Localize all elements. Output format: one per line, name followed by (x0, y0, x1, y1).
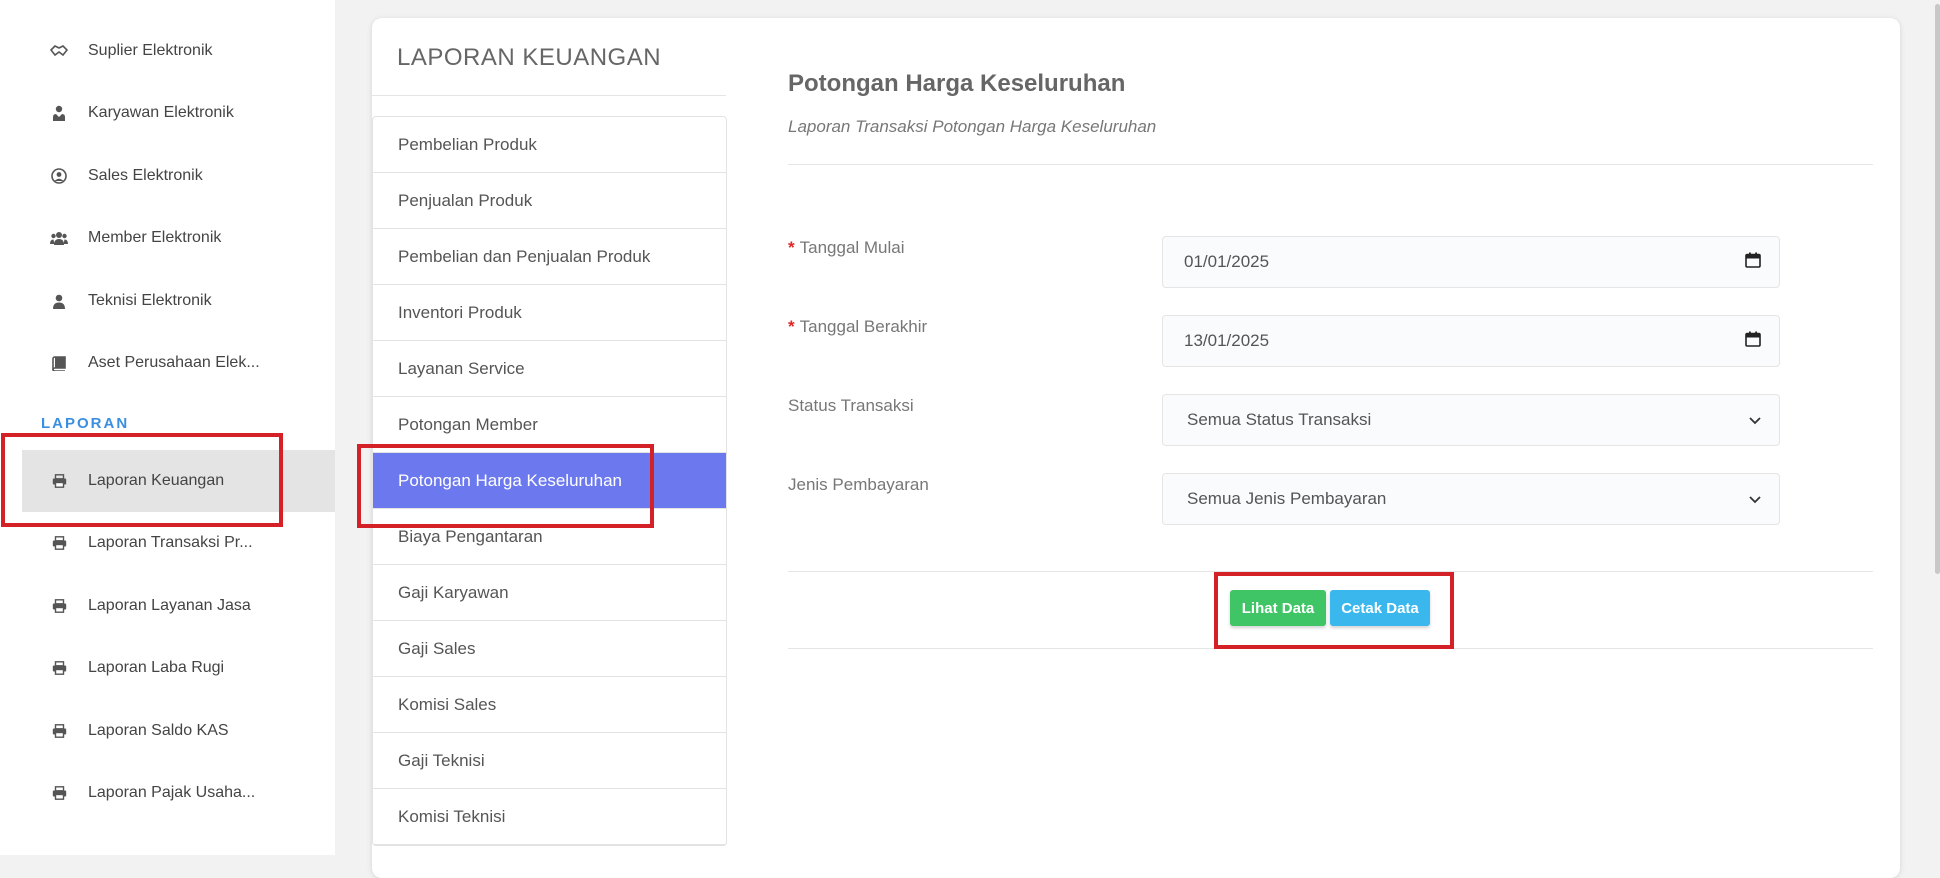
sidebar-item-label: Suplier Elektronik (88, 42, 213, 59)
menu-item-pembelian-penjualan[interactable]: Pembelian dan Penjualan Produk (373, 229, 726, 285)
print-icon (50, 659, 68, 677)
menu-item-gaji-sales[interactable]: Gaji Sales (373, 621, 726, 677)
print-icon (50, 472, 68, 490)
scrollbar-thumb[interactable] (1935, 4, 1940, 574)
page-subtitle: Laporan Transaksi Potongan Harga Keselur… (788, 117, 1157, 136)
required-mark: * (788, 238, 795, 257)
form-actions: Lihat Data Cetak Data (1230, 590, 1430, 626)
book-icon (50, 354, 68, 372)
sidebar-item-aset[interactable]: Aset Perusahaan Elek... (22, 332, 335, 394)
menu-item-komisi-sales[interactable]: Komisi Sales (373, 677, 726, 733)
status-transaksi-label: Status Transaksi (788, 396, 914, 415)
sidebar-item-laporan-transaksi[interactable]: Laporan Transaksi Pr... (22, 512, 335, 574)
handshake-icon (50, 42, 68, 60)
sidebar-item-teknisi[interactable]: Teknisi Elektronik (22, 270, 335, 332)
print-icon (50, 784, 68, 802)
divider (372, 95, 726, 96)
print-icon (50, 722, 68, 740)
sidebar-item-suplier[interactable]: Suplier Elektronik (22, 20, 335, 82)
sidebar-item-label: Sales Elektronik (88, 167, 203, 184)
menu-item-potongan-harga[interactable]: Potongan Harga Keseluruhan (373, 453, 726, 509)
sidebar-item-member[interactable]: Member Elektronik (22, 207, 335, 269)
menu-item-penjualan-produk[interactable]: Penjualan Produk (373, 173, 726, 229)
menu-item-potongan-member[interactable]: Potongan Member (373, 397, 726, 453)
tanggal-mulai-label: * Tanggal Mulai (788, 238, 905, 257)
sidebar-item-label: Member Elektronik (88, 229, 222, 246)
sidebar: Suplier Elektronik Karyawan Elektronik S… (0, 0, 335, 855)
sidebar-item-label: Teknisi Elektronik (88, 292, 212, 309)
tanggal-mulai-input[interactable]: 01/01/2025 (1162, 236, 1780, 288)
sidebar-item-label: Laporan Saldo KAS (88, 722, 229, 739)
sidebar-item-laporan-saldo-kas[interactable]: Laporan Saldo KAS (22, 700, 335, 762)
required-mark: * (788, 317, 795, 336)
menu-item-inventori[interactable]: Inventori Produk (373, 285, 726, 341)
sidebar-item-sales[interactable]: Sales Elektronik (22, 145, 335, 207)
page-title: Potongan Harga Keseluruhan (788, 70, 1126, 97)
sidebar-item-label: Laporan Pajak Usaha... (88, 784, 256, 801)
card-title: LAPORAN KEUANGAN (397, 44, 662, 71)
divider (788, 648, 1873, 649)
menu-item-biaya-pengantaran[interactable]: Biaya Pengantaran (373, 509, 726, 565)
jenis-pembayaran-select[interactable]: Semua Jenis Pembayaran (1162, 473, 1780, 525)
date-value: 13/01/2025 (1184, 331, 1270, 350)
sidebar-item-label: Laporan Transaksi Pr... (88, 534, 253, 551)
cetak-data-button[interactable]: Cetak Data (1330, 590, 1430, 626)
date-value: 01/01/2025 (1184, 252, 1270, 271)
sidebar-item-label: Laporan Laba Rugi (88, 659, 225, 676)
report-card: LAPORAN KEUANGAN Pembelian Produk Penjua… (372, 18, 1900, 878)
menu-item-gaji-karyawan[interactable]: Gaji Karyawan (373, 565, 726, 621)
sidebar-item-label: Laporan Layanan Jasa (88, 597, 251, 614)
sidebar-item-label: Karyawan Elektronik (88, 104, 234, 121)
select-value: Semua Status Transaksi (1187, 410, 1372, 429)
divider (788, 164, 1873, 165)
chevron-down-icon (1749, 410, 1761, 430)
lihat-data-button[interactable]: Lihat Data (1230, 590, 1326, 626)
sidebar-section-laporan: LAPORAN (41, 415, 130, 432)
user-circle-icon (50, 167, 68, 185)
sidebar-item-label: Laporan Keuangan (88, 472, 225, 489)
user-tie-icon (50, 104, 68, 122)
users-icon (50, 229, 68, 247)
chevron-down-icon (1749, 489, 1761, 509)
divider (788, 571, 1873, 572)
report-menu: Pembelian Produk Penjualan Produk Pembel… (372, 116, 727, 846)
select-value: Semua Jenis Pembayaran (1187, 489, 1387, 508)
sidebar-item-label: Aset Perusahaan Elek... (88, 354, 260, 371)
user-icon (50, 292, 68, 310)
menu-item-gaji-teknisi[interactable]: Gaji Teknisi (373, 733, 726, 789)
jenis-pembayaran-label: Jenis Pembayaran (788, 475, 929, 494)
sidebar-item-laporan-layanan[interactable]: Laporan Layanan Jasa (22, 575, 335, 637)
tanggal-berakhir-input[interactable]: 13/01/2025 (1162, 315, 1780, 367)
calendar-icon[interactable] (1745, 331, 1761, 352)
sidebar-item-laporan-laba-rugi[interactable]: Laporan Laba Rugi (22, 637, 335, 699)
print-icon (50, 534, 68, 552)
menu-item-pembelian-produk[interactable]: Pembelian Produk (373, 117, 726, 173)
status-transaksi-select[interactable]: Semua Status Transaksi (1162, 394, 1780, 446)
tanggal-berakhir-label: * Tanggal Berakhir (788, 317, 928, 336)
sidebar-item-karyawan[interactable]: Karyawan Elektronik (22, 82, 335, 144)
menu-item-komisi-teknisi[interactable]: Komisi Teknisi (373, 789, 726, 845)
menu-item-layanan-service[interactable]: Layanan Service (373, 341, 726, 397)
calendar-icon[interactable] (1745, 252, 1761, 273)
print-icon (50, 597, 68, 615)
sidebar-item-laporan-keuangan[interactable]: Laporan Keuangan (22, 450, 335, 512)
sidebar-item-laporan-pajak[interactable]: Laporan Pajak Usaha... (22, 762, 335, 824)
